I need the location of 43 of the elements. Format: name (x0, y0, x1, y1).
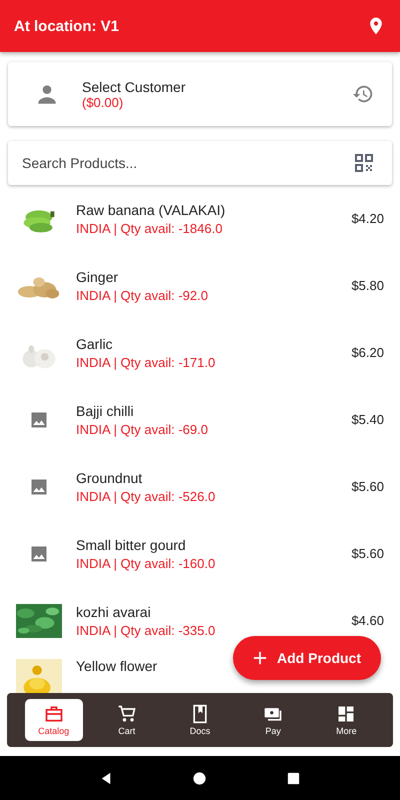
product-name: kozhi avarai (76, 604, 152, 620)
product-price: $5.80 (351, 278, 384, 293)
image-icon (29, 544, 49, 564)
product-detail: INDIA | Qty avail: -92.0 (76, 288, 209, 302)
briefcase-icon (44, 704, 64, 724)
home-icon[interactable] (192, 770, 208, 786)
product-detail: INDIA | Qty avail: -526.0 (76, 488, 216, 504)
customer-name: Select Customer (82, 78, 186, 94)
image-icon (29, 410, 49, 430)
dashboard-icon (336, 704, 356, 724)
cart-icon (116, 704, 137, 724)
recents-icon[interactable] (286, 770, 301, 786)
product-name: Ginger (76, 268, 120, 284)
search-field[interactable]: Search Products... (22, 155, 354, 171)
customer-balance: ($0.00) (82, 94, 124, 110)
nav-tab[interactable]: Docs (170, 699, 229, 741)
nav-tab[interactable]: Pay (244, 699, 302, 741)
product-price: $5.60 (351, 546, 384, 561)
nav-tab[interactable]: Catalog (24, 699, 83, 741)
location-title: At location: V1 (14, 18, 120, 34)
nav-tab[interactable]: More (317, 699, 376, 741)
product-detail: INDIA | Qty avail: -335.0 (76, 622, 216, 638)
product-price: $5.40 (351, 412, 384, 427)
product-detail: INDIA | Qty avail: -69.0 (76, 422, 209, 436)
customer-card[interactable]: Select Customer ($0.00) (8, 62, 392, 126)
product-price: $5.60 (351, 479, 384, 494)
product-price: $6.20 (351, 345, 384, 360)
product-name: Garlic (76, 336, 114, 352)
history-icon[interactable] (352, 83, 374, 105)
nav-tab[interactable]: Cart (98, 699, 156, 741)
product-name: Raw banana (VALAKAI) (76, 202, 226, 218)
product-price: $4.20 (351, 211, 384, 226)
product-price: $4.60 (351, 613, 384, 628)
product-name: Small bitter gourd (76, 536, 187, 552)
image-icon (29, 476, 49, 496)
product-detail: INDIA | Qty avail: -160.0 (76, 556, 216, 570)
add-product-button[interactable]: Add Product (233, 636, 381, 680)
product-name: Bajji chilli (76, 402, 135, 418)
product-detail: INDIA | Qty avail: -171.0 (76, 354, 216, 370)
plus-icon (253, 651, 267, 665)
product-detail: INDIA | Qty avail: -1846.0 (76, 220, 224, 236)
qr-code-icon[interactable] (354, 153, 374, 173)
product-name: Groundnut (76, 470, 144, 486)
